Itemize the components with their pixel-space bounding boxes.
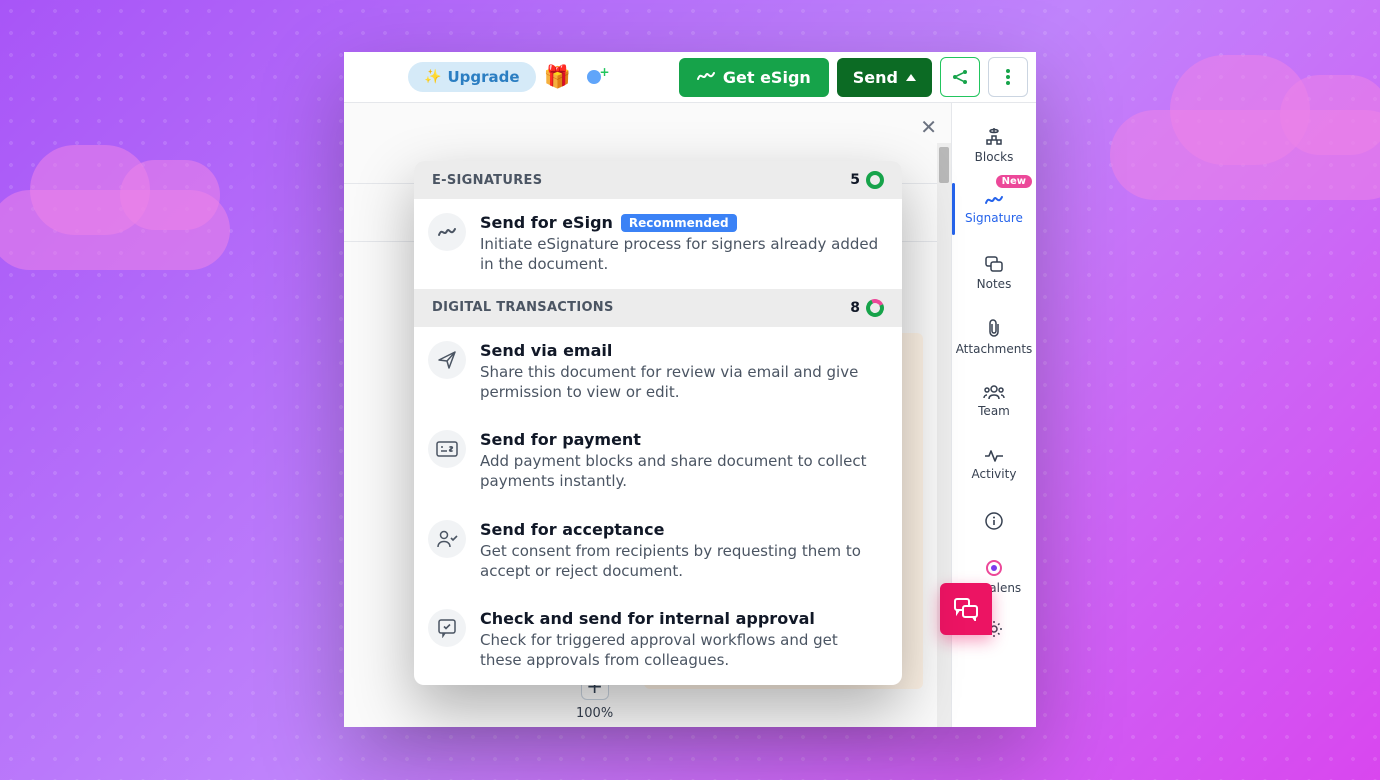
gift-icon[interactable]: 🎁 — [544, 63, 572, 91]
progress-ring-icon — [863, 296, 886, 319]
option-desc: Check for triggered approval workflows a… — [480, 630, 884, 671]
chevron-up-icon — [906, 74, 916, 81]
option-desc: Initiate eSignature process for signers … — [480, 234, 884, 275]
rail-team[interactable]: Team — [952, 369, 1036, 433]
section-esignatures: E-SIGNATURES 5 — [414, 161, 902, 199]
payment-icon — [428, 430, 466, 468]
notes-icon — [984, 255, 1004, 273]
zoom-level: 100% — [576, 706, 613, 721]
rail-attachments[interactable]: Attachments — [952, 305, 1036, 369]
share-button[interactable] — [940, 57, 980, 97]
approval-icon — [428, 609, 466, 647]
chat-fab[interactable] — [940, 583, 992, 635]
rail-info[interactable] — [952, 497, 1036, 545]
send-label: Send — [853, 68, 898, 87]
option-desc: Add payment blocks and share document to… — [480, 451, 884, 492]
option-title: Send for eSign — [480, 213, 613, 232]
rail-attachments-label: Attachments — [956, 342, 1033, 356]
metalens-icon — [985, 559, 1003, 577]
rail-blocks[interactable]: Blocks — [952, 113, 1036, 177]
signature-icon — [428, 213, 466, 251]
option-send-for-payment[interactable]: Send for payment Add payment blocks and s… — [414, 416, 902, 506]
paperclip-icon — [986, 318, 1002, 338]
close-icon[interactable]: ✕ — [920, 115, 937, 139]
option-desc: Share this document for review via email… — [480, 362, 884, 403]
rail-notes-label: Notes — [977, 277, 1012, 291]
upgrade-label: Upgrade — [447, 68, 519, 86]
section-digital-transactions: DIGITAL TRANSACTIONS 8 — [414, 289, 902, 327]
share-icon — [951, 68, 969, 86]
progress-ring-icon — [866, 171, 884, 189]
option-title: Send for acceptance — [480, 520, 664, 539]
section-count: 8 — [850, 300, 860, 316]
rail-activity[interactable]: Activity — [952, 433, 1036, 497]
get-esign-button[interactable]: Get eSign — [679, 58, 829, 97]
scrollbar[interactable] — [937, 143, 951, 727]
cloud-decoration — [0, 190, 230, 270]
option-title: Send for payment — [480, 430, 641, 449]
rail-activity-label: Activity — [972, 467, 1017, 481]
rail-signature-label: Signature — [965, 211, 1023, 225]
option-desc: Get consent from recipients by requestin… — [480, 541, 884, 582]
paper-plane-icon — [428, 341, 466, 379]
info-icon — [985, 512, 1003, 530]
topbar: ✨ Upgrade 🎁 + Get eSign Send — [344, 52, 1036, 103]
section-title: DIGITAL TRANSACTIONS — [432, 300, 614, 315]
person-check-icon — [428, 520, 466, 558]
team-icon — [983, 384, 1005, 400]
cloud-decoration — [1110, 110, 1380, 200]
upgrade-button[interactable]: ✨ Upgrade — [408, 62, 536, 92]
chat-icon — [953, 597, 979, 621]
new-badge: New — [996, 175, 1032, 188]
option-internal-approval[interactable]: Check and send for internal approval Chec… — [414, 595, 902, 685]
send-button[interactable]: Send — [837, 58, 932, 97]
add-person-icon[interactable]: + — [580, 63, 608, 91]
rail-blocks-label: Blocks — [975, 150, 1014, 164]
rail-notes[interactable]: Notes — [952, 241, 1036, 305]
option-send-for-esign[interactable]: Send for eSign Recommended Initiate eSign… — [414, 199, 902, 289]
signature-icon — [697, 68, 715, 87]
signature-icon — [984, 193, 1004, 207]
rail-team-label: Team — [978, 404, 1010, 418]
section-count: 5 — [850, 172, 860, 188]
option-send-for-acceptance[interactable]: Send for acceptance Get consent from reci… — [414, 506, 902, 596]
option-title: Send via email — [480, 341, 612, 360]
send-dropdown: E-SIGNATURES 5 Send for eSign Recommended… — [414, 161, 902, 685]
blocks-icon — [984, 126, 1004, 146]
activity-icon — [984, 449, 1004, 463]
rail-signature[interactable]: New Signature — [952, 177, 1036, 241]
kebab-icon — [1006, 69, 1010, 85]
more-button[interactable] — [988, 57, 1028, 97]
option-send-via-email[interactable]: Send via email Share this document for re… — [414, 327, 902, 417]
sparkle-icon: ✨ — [424, 69, 441, 85]
get-esign-label: Get eSign — [723, 68, 811, 87]
recommended-badge: Recommended — [621, 214, 737, 232]
section-title: E-SIGNATURES — [432, 173, 542, 188]
option-title: Check and send for internal approval — [480, 609, 815, 628]
